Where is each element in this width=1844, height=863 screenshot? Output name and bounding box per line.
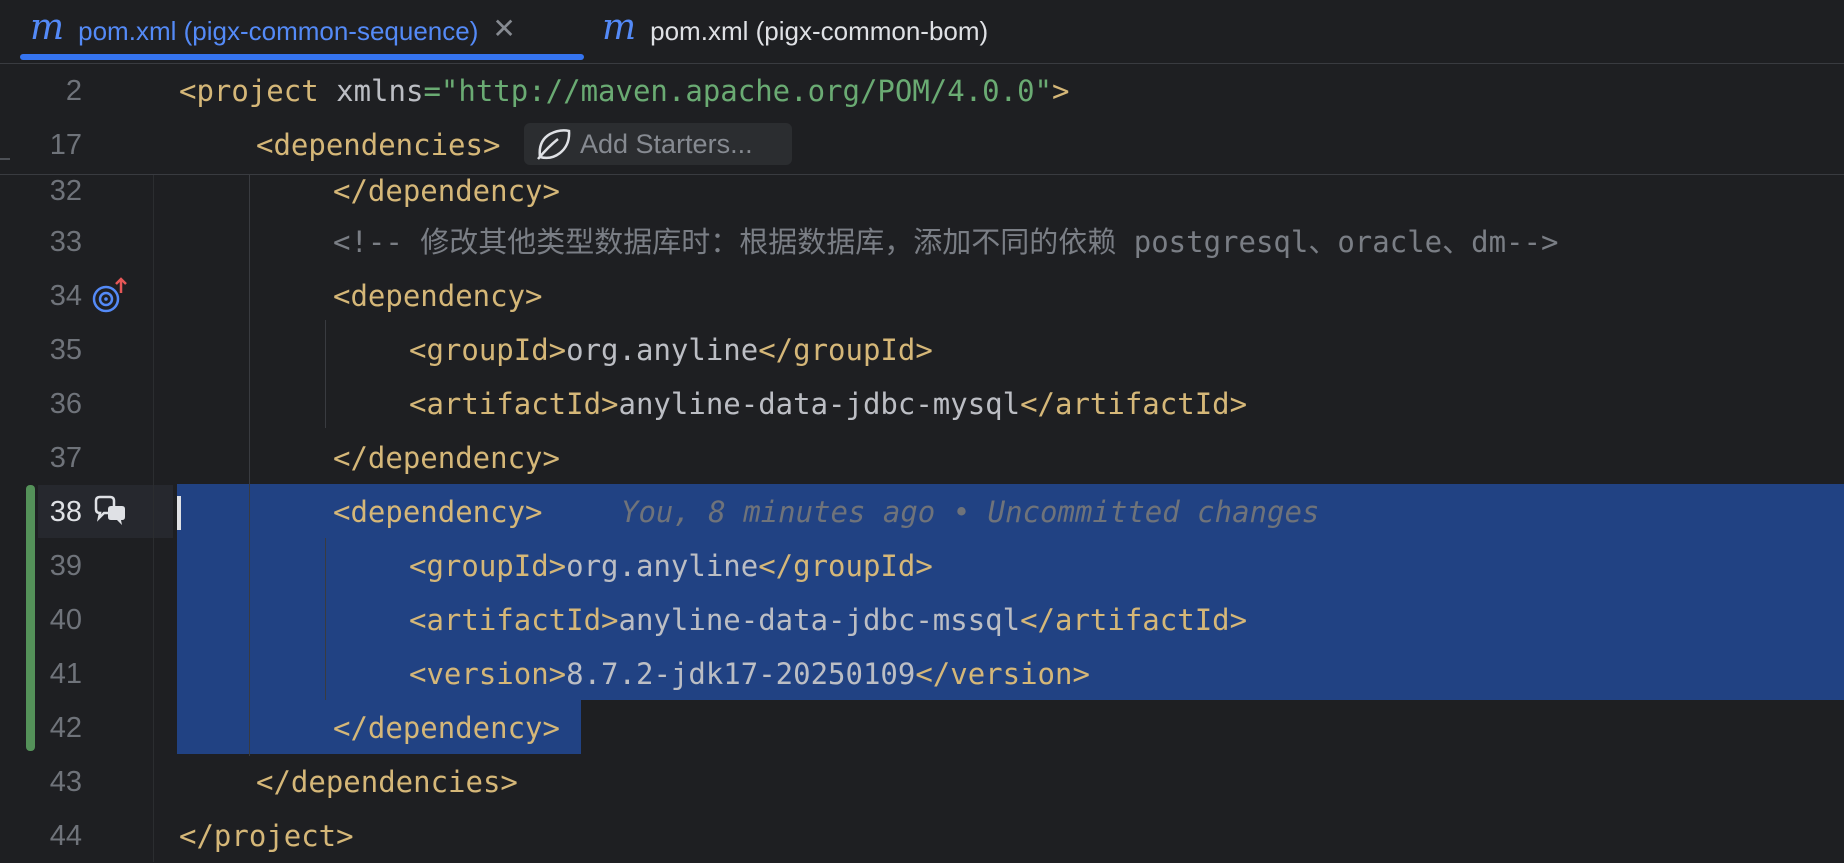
xml-tag: <dependency> bbox=[333, 495, 543, 529]
line-number: 37 bbox=[49, 442, 82, 474]
sticky-lines-header[interactable]: 2 <project xmlns="http://maven.apache.or… bbox=[0, 64, 1844, 174]
xml-attribute-value: "http://maven.apache.org/POM/4.0.0" bbox=[440, 74, 1053, 108]
code-line: 38 <dependency> You, 8 minutes ago • Unc… bbox=[0, 485, 1844, 539]
editor-tab-bar: m pom.xml (pigx-common-sequence) ✕ m pom… bbox=[0, 0, 1844, 64]
dependency-update-icon[interactable] bbox=[92, 277, 130, 315]
xml-tag: </artifactId> bbox=[1020, 603, 1248, 637]
maven-file-icon: m bbox=[602, 7, 637, 48]
code-line: 41 <version>8.7.2-jdk17-20250109</versio… bbox=[0, 647, 1844, 701]
active-tab-indicator bbox=[20, 54, 584, 60]
xml-tag: </dependency> bbox=[333, 174, 560, 208]
xml-comment: <!-- 修改其他类型数据库时：根据数据库，添加不同的依赖 postgresql… bbox=[333, 225, 1559, 259]
line-number: 17 bbox=[49, 129, 82, 161]
xml-tag: </project> bbox=[179, 819, 354, 853]
line-number: 39 bbox=[49, 550, 82, 582]
spring-leaf-icon bbox=[537, 129, 571, 160]
code-line: 34 <dependency> bbox=[0, 269, 1844, 323]
tab-label: pom.xml (pigx-common-sequence) bbox=[78, 16, 479, 46]
code-line: 42 </dependency> bbox=[0, 701, 1844, 755]
line-number: 42 bbox=[49, 712, 82, 744]
xml-tag: </dependency> bbox=[333, 711, 560, 745]
close-tab-icon[interactable]: ✕ bbox=[492, 12, 515, 45]
xml-tag: <artifactId> bbox=[409, 387, 619, 421]
add-starters-button[interactable]: Add Starters... bbox=[524, 123, 792, 165]
code-line: 39 <groupId>org.anyline</groupId> bbox=[0, 539, 1844, 593]
xml-value: org.anyline bbox=[566, 333, 759, 367]
xml-value: anyline-data-jdbc-mssql bbox=[618, 603, 1021, 637]
sticky-line[interactable]: 17 <dependencies> Add Starters... bbox=[0, 118, 1844, 172]
code-line: 33 <!-- 修改其他类型数据库时：根据数据库，添加不同的依赖 postgre… bbox=[0, 215, 1844, 269]
sticky-header-divider bbox=[0, 174, 1844, 175]
line-number: 41 bbox=[49, 658, 82, 690]
code-line: 44 </project> bbox=[0, 809, 1844, 863]
gutter-fold-mark bbox=[0, 158, 10, 160]
xml-tag: </groupId> bbox=[758, 549, 933, 583]
git-blame-hint[interactable]: You, 8 minutes ago • Uncommitted changes bbox=[621, 485, 1319, 539]
xml-tag: <artifactId> bbox=[409, 603, 619, 637]
line-number: 40 bbox=[49, 604, 82, 636]
code-line: 37 </dependency> bbox=[0, 431, 1844, 485]
line-number: 35 bbox=[49, 334, 82, 366]
xml-value: org.anyline bbox=[566, 549, 759, 583]
xml-tag: <dependencies> bbox=[256, 128, 501, 162]
tab-pom-pigx-common-bom[interactable]: m pom.xml (pigx-common-bom) bbox=[592, 0, 988, 63]
code-line: 43 </dependencies> bbox=[0, 755, 1844, 809]
xml-tag: <groupId> bbox=[409, 549, 567, 583]
xml-attribute: xmlns bbox=[336, 74, 424, 108]
line-number: 34 bbox=[49, 280, 82, 312]
xml-tag: </version> bbox=[915, 657, 1090, 691]
xml-tag: </dependency> bbox=[333, 441, 560, 475]
text-caret bbox=[177, 496, 181, 530]
xml-tag: </groupId> bbox=[758, 333, 933, 367]
line-number: 33 bbox=[49, 226, 82, 258]
add-starters-label: Add Starters... bbox=[580, 128, 753, 159]
xml-value: anyline-data-jdbc-mysql bbox=[618, 387, 1021, 421]
line-number: 36 bbox=[49, 388, 82, 420]
line-number: 44 bbox=[49, 820, 82, 852]
line-number: 43 bbox=[49, 766, 82, 798]
tab-label: pom.xml (pigx-common-bom) bbox=[650, 16, 989, 46]
xml-tag: <dependency> bbox=[333, 279, 543, 313]
xml-tag: <groupId> bbox=[409, 333, 567, 367]
maven-file-icon: m bbox=[30, 7, 65, 48]
ai-assistant-icon[interactable] bbox=[92, 495, 130, 529]
code-line: 36 <artifactId>anyline-data-jdbc-mysql</… bbox=[0, 377, 1844, 431]
line-number: 38 bbox=[49, 496, 82, 528]
code-line: 40 <artifactId>anyline-data-jdbc-mssql</… bbox=[0, 593, 1844, 647]
code-line: 35 <groupId>org.anyline</groupId> bbox=[0, 323, 1844, 377]
xml-equals: = bbox=[423, 74, 441, 108]
sticky-line[interactable]: 2 <project xmlns="http://maven.apache.or… bbox=[0, 64, 1844, 118]
xml-tag: </artifactId> bbox=[1020, 387, 1248, 421]
xml-tag: </dependencies> bbox=[256, 765, 518, 799]
tab-pom-pigx-common-sequence[interactable]: m pom.xml (pigx-common-sequence) ✕ bbox=[20, 0, 584, 63]
xml-tag: <version> bbox=[409, 657, 567, 691]
xml-value: 8.7.2-jdk17-20250109 bbox=[566, 657, 916, 691]
xml-tag: <project bbox=[179, 74, 337, 108]
line-number: 2 bbox=[65, 75, 82, 107]
